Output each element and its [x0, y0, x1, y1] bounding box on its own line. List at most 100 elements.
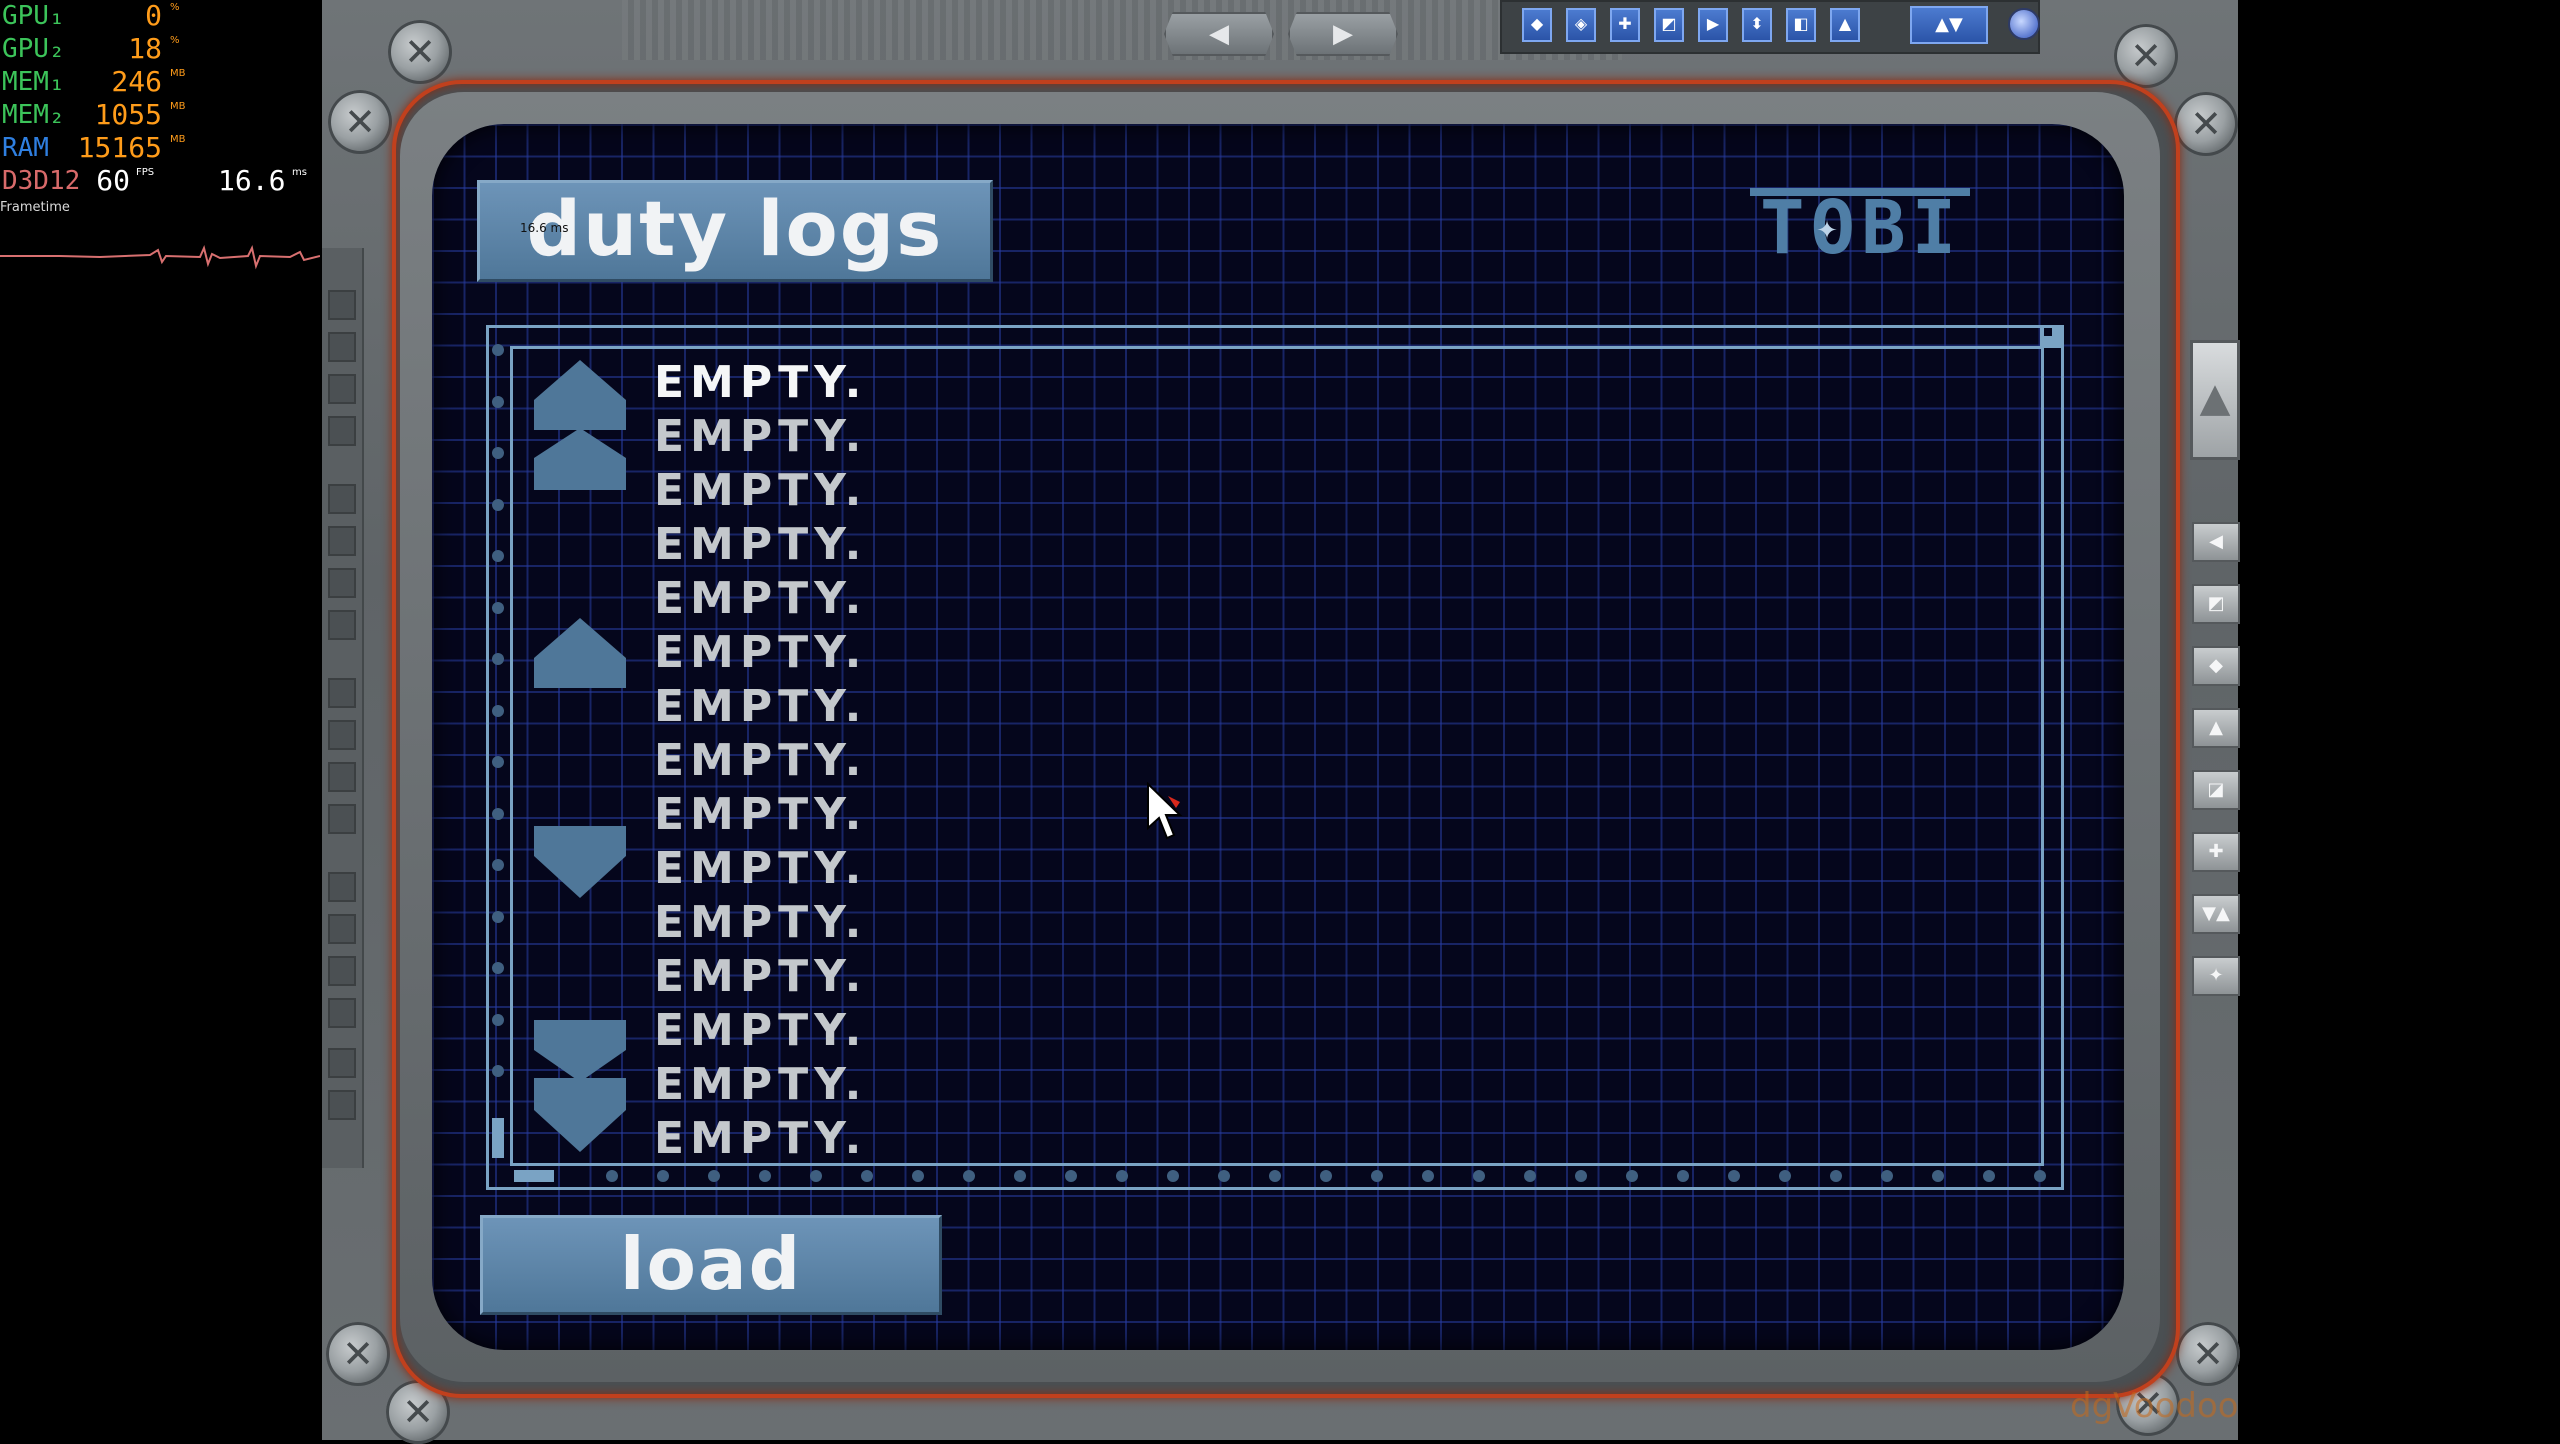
rail-cell: [328, 374, 356, 404]
save-slot-15[interactable]: EMPTY.: [654, 1113, 974, 1165]
panel-dot: [492, 859, 504, 871]
rail-cell: [328, 804, 356, 834]
frametime-unit: ms: [292, 167, 307, 178]
log-icon: ◧: [1793, 14, 1809, 33]
osd-row-d3d12: D3D12 60 FPS 16.6 ms: [2, 165, 312, 197]
up-down-icon: ▲▼: [1935, 14, 1963, 35]
rail-cell: [328, 1090, 356, 1120]
toolbar-button-5[interactable]: ▶: [1698, 8, 1728, 42]
osd-unit: %: [170, 35, 180, 46]
toolbar-button-1[interactable]: ◆: [1522, 8, 1552, 42]
scroll-up-button[interactable]: [534, 618, 626, 688]
scroll-top-button[interactable]: [534, 360, 626, 490]
panel-dot: [1473, 1170, 1485, 1182]
panel-dot: [492, 601, 504, 614]
side-button-6[interactable]: ✚: [2192, 832, 2240, 872]
horizontal-scroll-grip[interactable]: [514, 1170, 554, 1182]
save-slot-6[interactable]: EMPTY.: [654, 627, 974, 679]
rail-cell: [328, 290, 356, 320]
panel-dot: [492, 756, 504, 768]
save-slot-1[interactable]: EMPTY.: [654, 357, 974, 409]
load-button[interactable]: load: [480, 1215, 942, 1315]
rail-cell: [328, 678, 356, 708]
panel-dot: [492, 653, 504, 665]
side-button-2[interactable]: ◩: [2192, 584, 2240, 624]
side-tool-icon: ◀: [2209, 531, 2223, 552]
side-button-7[interactable]: ▼▲: [2192, 894, 2240, 934]
bolt-icon: ✕: [328, 90, 392, 154]
save-slot-8[interactable]: EMPTY.: [654, 735, 974, 787]
side-tool-icon: ▲: [2209, 717, 2223, 738]
next-page-button[interactable]: ▶: [1288, 12, 1398, 56]
side-tool-icon: ✦: [2208, 965, 2224, 986]
side-tool-icon: ◩: [2207, 593, 2225, 614]
unit-icon: ⬍: [1750, 14, 1764, 33]
side-tool-icon: ◆: [2209, 655, 2223, 676]
frametime-graph: [0, 244, 320, 270]
save-slot-11[interactable]: EMPTY.: [654, 897, 974, 949]
toolbar-button-7[interactable]: ◧: [1786, 8, 1816, 42]
panel-dot: [492, 910, 504, 923]
save-slot-12[interactable]: EMPTY.: [654, 951, 974, 1003]
panel-dot: [1014, 1170, 1026, 1182]
target-icon: ✚: [1618, 14, 1632, 33]
save-slot-5[interactable]: EMPTY.: [654, 573, 974, 625]
save-slot-2[interactable]: EMPTY.: [654, 411, 974, 463]
panel-dot: [492, 447, 504, 459]
panel-dot: [492, 704, 504, 717]
panel-dot: [810, 1170, 822, 1182]
right-tool-panel[interactable]: ▲: [2190, 340, 2240, 460]
rail-cell: [328, 956, 356, 986]
scroll-down-button[interactable]: [534, 826, 626, 898]
side-button-8[interactable]: ✦: [2192, 956, 2240, 996]
toolbar-button-8[interactable]: ▲: [1830, 8, 1860, 42]
save-slot-10[interactable]: EMPTY.: [654, 843, 974, 895]
bolt-icon: ✕: [2176, 1322, 2240, 1386]
side-button-4[interactable]: ▲: [2192, 708, 2240, 748]
scroll-bottom-button[interactable]: [534, 1020, 626, 1152]
panel-dot: [1881, 1170, 1893, 1182]
globe-icon[interactable]: [2008, 8, 2040, 40]
osd-row-mem2: MEM₂ 1055 MB: [2, 99, 312, 131]
panel-dot: [492, 807, 504, 820]
left-arrow-icon: ◀: [1209, 19, 1229, 49]
rail-cell: [328, 568, 356, 598]
panel-dot: [1269, 1170, 1281, 1182]
osd-value: 246: [111, 65, 162, 98]
title-frametime-readout: 16.6 ms: [520, 221, 569, 235]
osd-unit: FPS: [136, 167, 155, 178]
rail-cell: [328, 484, 356, 514]
panel-dot: [492, 962, 504, 974]
side-button-3[interactable]: ◆: [2192, 646, 2240, 686]
panel-dot: [1575, 1170, 1587, 1182]
side-button-5[interactable]: ◪: [2192, 770, 2240, 810]
crosshair-icon: ✦: [1816, 216, 1838, 246]
toolbar-button-3[interactable]: ✚: [1610, 8, 1640, 42]
save-slot-3[interactable]: EMPTY.: [654, 465, 974, 517]
save-slot-7[interactable]: EMPTY.: [654, 681, 974, 733]
toolbar-button-6[interactable]: ⬍: [1742, 8, 1772, 42]
panel-dot: [963, 1170, 975, 1182]
vertical-scroll-grip[interactable]: [492, 1118, 504, 1158]
left-rail: [322, 248, 364, 1168]
double-up-arrow-icon: [534, 360, 626, 490]
osd-value: 0: [145, 0, 162, 32]
panel-dot: [1983, 1170, 1995, 1182]
save-slot-13[interactable]: EMPTY.: [654, 1005, 974, 1057]
toolbar-button-4[interactable]: ◩: [1654, 8, 1684, 42]
rail-cell: [328, 998, 356, 1028]
panel-dot: [606, 1170, 618, 1182]
panel-dot: [1065, 1170, 1077, 1182]
prev-page-button[interactable]: ◀: [1164, 12, 1274, 56]
rail-cell: [328, 526, 356, 556]
rail-cell: [328, 872, 356, 902]
side-button-1[interactable]: ◀: [2192, 522, 2240, 562]
frame-texture: [622, 0, 1622, 60]
save-slot-4[interactable]: EMPTY.: [654, 519, 974, 571]
toolbar-scroll-button[interactable]: ▲▼: [1910, 6, 1988, 44]
toolbar-button-2[interactable]: ◈: [1566, 8, 1596, 42]
side-tool-icon: ✚: [2208, 841, 2224, 862]
save-slot-14[interactable]: EMPTY.: [654, 1059, 974, 1111]
save-slot-9[interactable]: EMPTY.: [654, 789, 974, 841]
panel-dot: [1218, 1170, 1230, 1182]
